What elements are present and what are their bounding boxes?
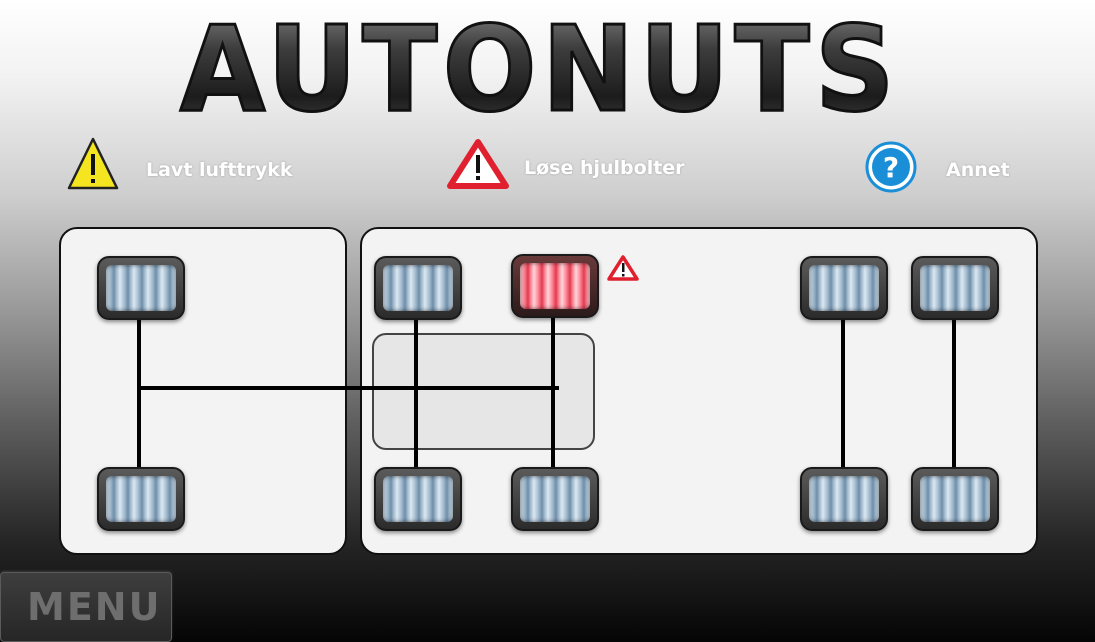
- menu-button-label: MENU: [27, 585, 162, 629]
- svg-text:?: ?: [883, 151, 899, 184]
- wheel-truck-axle2-left[interactable]: [511, 254, 599, 318]
- drawbar: [139, 386, 559, 390]
- wheel-truck-axle3-left[interactable]: [800, 256, 888, 320]
- help-icon: ?: [865, 141, 917, 193]
- wheel-truck-axle1-left[interactable]: [374, 256, 462, 320]
- wheel-truck-axle4-right[interactable]: [911, 467, 999, 531]
- menu-button[interactable]: MENU: [0, 572, 172, 642]
- wheel-truck-axle4-left[interactable]: [911, 256, 999, 320]
- wheel-truck-axle3-right[interactable]: [800, 467, 888, 531]
- loose-bolts-label: Løse hjulbolter: [524, 157, 685, 179]
- wheel-trailer-front-left[interactable]: [97, 256, 185, 320]
- other-label: Annet: [946, 159, 1010, 181]
- svg-text:AUTONUTS: AUTONUTS: [180, 2, 900, 127]
- warning-red-icon: [447, 139, 509, 189]
- wheel-trailer-front-right[interactable]: [97, 467, 185, 531]
- trailer-axle: [137, 318, 141, 468]
- wheel-truck-axle2-right[interactable]: [511, 467, 599, 531]
- truck-axle-1: [414, 318, 418, 468]
- low-pressure-label: Lavt lufttrykk: [146, 159, 293, 181]
- autonuts-logo: AUTONUTS: [179, 2, 900, 127]
- truck-axle-2: [551, 318, 555, 468]
- truck-axle-4: [952, 318, 956, 468]
- loose-bolts-warning-icon: [607, 255, 639, 281]
- wheel-truck-axle1-right[interactable]: [374, 467, 462, 531]
- warning-yellow-icon: [67, 137, 119, 190]
- truck-axle-3: [841, 318, 845, 468]
- truck-cabin: [372, 333, 595, 450]
